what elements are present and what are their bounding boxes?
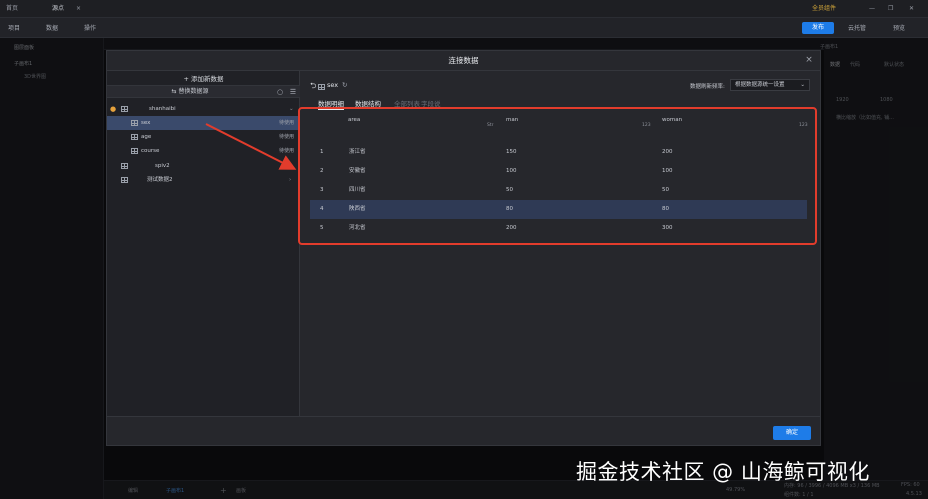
tab-close-icon[interactable]: × — [76, 3, 81, 15]
tab-project-label: 源点 — [52, 5, 65, 12]
switch-datasource-label: 替换数据源 — [178, 88, 209, 95]
watermark-text: 掘金技术社区 @ 山海鲸可视化 — [576, 460, 870, 484]
datasource-title: sex — [327, 81, 339, 89]
minimize-icon[interactable]: — — [869, 3, 875, 15]
menu-data[interactable]: 数据 — [46, 23, 58, 32]
table-icon — [131, 148, 138, 154]
dialog-title: 连接数据 — [448, 56, 479, 65]
chevron-right-icon[interactable]: › — [289, 173, 291, 187]
chevron-down-icon[interactable]: ⌄ — [289, 102, 294, 116]
datasource-group-label: shanhaibi — [149, 106, 176, 112]
window-close-icon[interactable]: ✕ — [909, 3, 914, 15]
publish-button[interactable]: 发布 — [802, 22, 834, 34]
table-icon — [318, 84, 325, 90]
refresh-icon[interactable]: ↻ — [342, 81, 347, 89]
status-dot-icon: ● — [110, 105, 117, 113]
datasource-item-label: age — [141, 134, 152, 140]
confirm-button[interactable]: 确定 — [773, 426, 811, 440]
add-datasource-button[interactable]: + 添加新数据 — [107, 73, 300, 85]
menu-operation[interactable]: 操作 — [84, 23, 96, 32]
status-badge: 待使用 — [278, 148, 294, 154]
tab-project[interactable]: 源点 — [52, 3, 64, 15]
datasource-item-sex[interactable]: sex 待使用 — [107, 116, 300, 130]
datasource-item-label: sex — [141, 120, 151, 126]
datasource-group-label: spiv2 — [155, 163, 170, 169]
chevron-down-icon: ⌄ — [800, 82, 805, 88]
refresh-rate-value: 根据数据源统一设置 — [735, 82, 785, 88]
menu-project[interactable]: 项目 — [8, 23, 20, 32]
datasource-item-label: course — [141, 148, 160, 154]
search-icon[interactable]: ○ — [275, 87, 285, 97]
status-badge: 待使用 — [278, 134, 294, 140]
datasource-panel: + 添加新数据 ⇆ 替换数据源 ○ ☰ ● shanhaibi ⌄ sex 待使… — [107, 71, 300, 416]
list-filter-icon[interactable]: ☰ — [288, 87, 298, 97]
table-icon — [131, 134, 138, 140]
database-icon — [121, 163, 128, 169]
table-icon — [131, 120, 138, 126]
datasource-item-age[interactable]: age 待使用 — [107, 130, 300, 144]
restore-icon[interactable]: ❐ — [888, 3, 893, 15]
preview-button[interactable]: 预览 — [893, 23, 905, 32]
switch-datasource-button[interactable]: ⇆ 替换数据源 — [107, 86, 273, 98]
refresh-rate-select[interactable]: 根据数据源统一设置 ⌄ — [730, 79, 810, 91]
tab-home[interactable]: 首页 — [6, 3, 18, 15]
datasource-group-shanhaibi[interactable]: ● shanhaibi ⌄ — [107, 102, 300, 116]
vip-badge[interactable]: 全员组件 — [812, 3, 836, 15]
datasource-group-test2[interactable]: 测试数据2 › — [107, 173, 300, 187]
cloud-hosting-button[interactable]: 云托管 — [848, 23, 866, 32]
dialog-header: 连接数据 — [107, 51, 820, 71]
status-badge: 待使用 — [278, 120, 294, 126]
datasource-group-label: 测试数据2 — [147, 177, 173, 183]
top-tab-bar: 首页 源点 × 全员组件 — ❐ ✕ — [0, 0, 928, 18]
datasource-switch-row: ⇆ 替换数据源 ○ ☰ — [107, 85, 300, 98]
datasource-item-course[interactable]: course 待使用 — [107, 144, 300, 158]
annotation-highlight-box — [298, 107, 817, 245]
app-window: 首页 源点 × 全员组件 — ❐ ✕ 项目 数据 操作 发布 云托管 预览 图层… — [0, 0, 928, 499]
main-toolbar: 项目 数据 操作 发布 云托管 预览 — [0, 18, 928, 38]
close-icon[interactable]: × — [804, 55, 814, 65]
database-icon — [121, 106, 128, 112]
database-icon — [121, 177, 128, 183]
tab-home-label: 首页 — [6, 5, 19, 12]
datasource-group-spiv2[interactable]: spiv2 — [107, 159, 300, 173]
refresh-rate-label: 数据刷新频率: — [690, 84, 725, 90]
back-icon[interactable]: ⮌ — [310, 80, 316, 94]
dialog-footer: 确定 — [107, 416, 820, 447]
